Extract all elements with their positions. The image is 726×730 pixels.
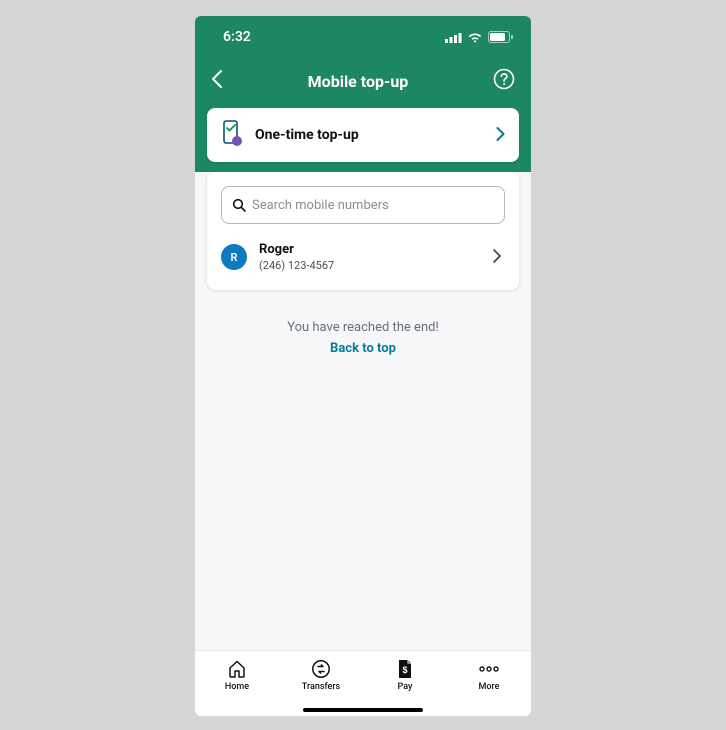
search-card: Search mobile numbers R Roger (246) 123-…: [207, 172, 519, 290]
back-button[interactable]: [211, 70, 223, 92]
more-icon: [478, 659, 500, 679]
tab-pay[interactable]: $ Pay: [363, 659, 447, 692]
nav-row: Mobile top-up: [195, 46, 531, 94]
pay-icon: $: [396, 659, 414, 679]
status-bar: 6:32: [195, 24, 531, 46]
tab-transfers-label: Transfers: [302, 682, 340, 692]
signal-icon: [445, 32, 462, 43]
onetime-left: One-time top-up: [221, 120, 359, 150]
contact-info: Roger (246) 123-4567: [259, 242, 481, 272]
phone-frame: 6:32 Mobile top-up: [195, 16, 531, 716]
one-time-topup-row[interactable]: One-time top-up: [207, 108, 519, 162]
search-input[interactable]: Search mobile numbers: [221, 186, 505, 224]
home-indicator: [303, 708, 423, 712]
chevron-right-icon: [493, 248, 501, 267]
tab-home-label: Home: [225, 682, 249, 692]
phone-topup-icon: [221, 120, 243, 150]
end-block: You have reached the end! Back to top: [195, 320, 531, 356]
back-to-top-link[interactable]: Back to top: [195, 341, 531, 356]
tab-more-label: More: [479, 682, 500, 692]
status-time: 6:32: [223, 29, 251, 45]
page-title: Mobile top-up: [308, 72, 409, 91]
tab-more[interactable]: More: [447, 659, 531, 692]
contact-name: Roger: [259, 242, 481, 257]
svg-text:$: $: [402, 665, 407, 675]
avatar: R: [221, 244, 247, 270]
search-placeholder: Search mobile numbers: [252, 198, 389, 213]
battery-icon: [488, 31, 513, 43]
tab-home[interactable]: Home: [195, 659, 279, 692]
home-icon: [227, 659, 247, 679]
contact-number: (246) 123-4567: [259, 259, 481, 272]
tab-transfers[interactable]: Transfers: [279, 659, 363, 692]
help-icon: [493, 68, 515, 90]
search-icon: [232, 198, 246, 212]
chevron-right-icon: [496, 126, 505, 145]
wifi-icon: [467, 32, 483, 43]
tab-bar: Home Transfers $ Pay More: [195, 650, 531, 716]
onetime-label: One-time top-up: [255, 127, 359, 143]
contact-row[interactable]: R Roger (246) 123-4567: [221, 228, 505, 276]
tab-pay-label: Pay: [398, 682, 413, 692]
status-icons: [445, 31, 513, 43]
help-button[interactable]: [493, 68, 515, 94]
content-area: One-time top-up Search mobile numbers R …: [195, 172, 531, 650]
chevron-left-icon: [211, 70, 223, 88]
end-text: You have reached the end!: [195, 320, 531, 335]
transfers-icon: [311, 659, 331, 679]
